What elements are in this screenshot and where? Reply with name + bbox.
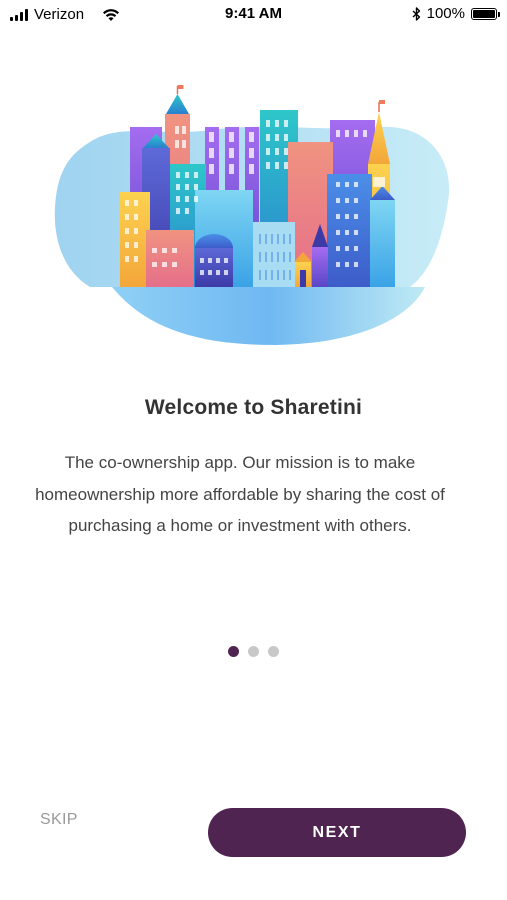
welcome-title: Welcome to Sharetini	[144, 396, 363, 419]
page-dot	[268, 646, 279, 657]
page-indicator	[0, 646, 507, 657]
skip-button[interactable]: SKIP	[40, 811, 78, 829]
next-button[interactable]: NEXT	[208, 808, 466, 857]
welcome-description: The co-ownership app. Our mission is to …	[35, 453, 445, 535]
bluetooth-icon	[412, 6, 420, 21]
city-buildings-illustration	[54, 85, 450, 345]
battery-icon	[471, 7, 500, 20]
battery-fill	[473, 9, 495, 18]
battery-percent: 100%	[426, 5, 465, 22]
page-dot	[248, 646, 259, 657]
page-dot-active	[228, 646, 239, 657]
status-bar: Verizon 9:41 AM 100%	[0, 0, 507, 30]
status-bar-right: 100%	[412, 5, 500, 22]
